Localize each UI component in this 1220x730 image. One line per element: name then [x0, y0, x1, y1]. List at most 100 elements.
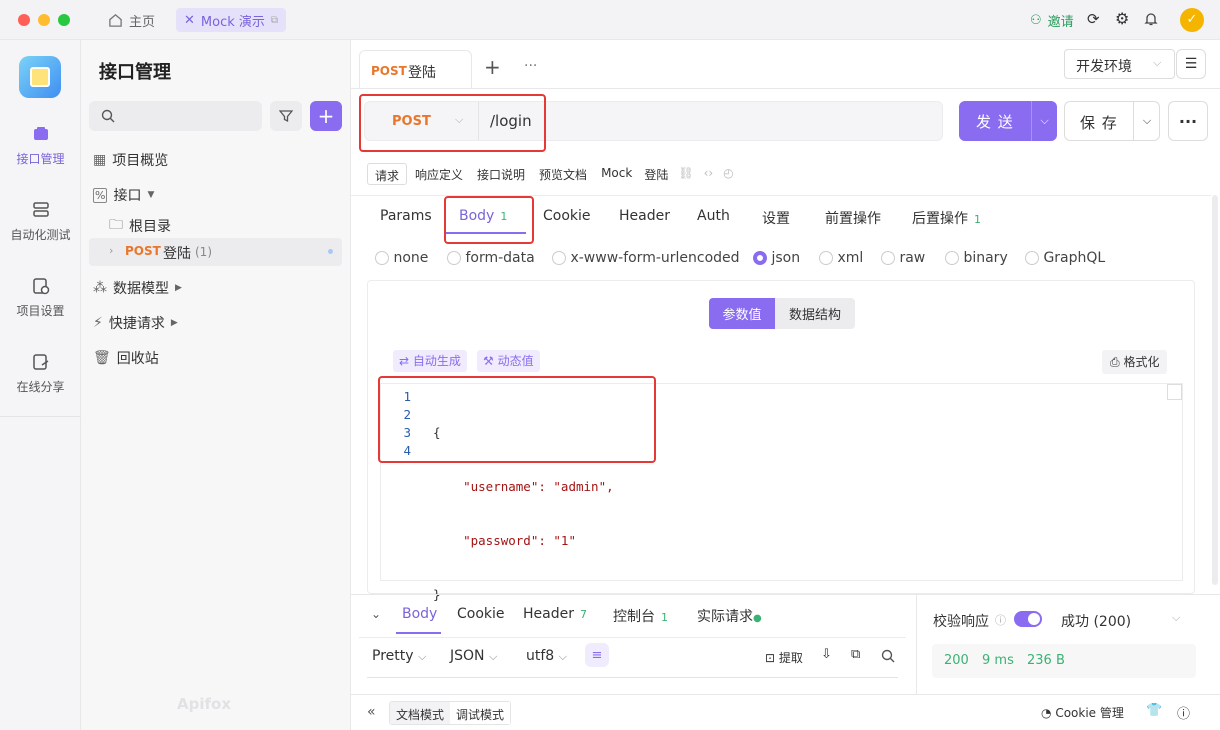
doc-tab-mock[interactable]: Mock	[595, 163, 638, 185]
collapse-icon[interactable]: ⌄	[371, 607, 381, 621]
download-icon[interactable]: ⇩	[821, 647, 832, 662]
dynamic-value-button[interactable]: ⚒ 动态值	[477, 350, 540, 372]
chevron-right-icon: ›	[109, 244, 114, 257]
radio-none[interactable]: none	[375, 250, 428, 266]
doc-tab-request[interactable]: 请求	[367, 163, 408, 185]
tab-cookie[interactable]: Cookie	[543, 208, 591, 224]
sidebar-item-root[interactable]: 🗀 根目录	[109, 214, 171, 238]
nav-online-share[interactable]: 在线分享	[0, 352, 81, 395]
sync-icon[interactable]: ⟳	[1087, 10, 1100, 28]
gear-icon[interactable]: ⚙	[1115, 9, 1129, 28]
minimize-window-button[interactable]	[38, 14, 50, 26]
cookie-manager-button[interactable]: ◔ Cookie 管理	[1041, 704, 1124, 721]
collapse-sidebar-icon[interactable]: «	[367, 704, 376, 720]
link-icon[interactable]: ⛓	[674, 163, 697, 185]
save-dropdown-icon[interactable]: ⌵	[1133, 102, 1160, 140]
add-tab-button[interactable]: +	[484, 55, 501, 79]
radio-json[interactable]: json	[753, 250, 800, 266]
invite-button[interactable]: ⚇ 邀请	[1030, 11, 1074, 30]
radio-graphql[interactable]: GraphQL	[1025, 250, 1105, 266]
response-size: 236 B	[1027, 653, 1065, 668]
response-tab-actual[interactable]: 实际请求●	[697, 606, 762, 626]
maximize-window-button[interactable]	[58, 14, 70, 26]
search-icon[interactable]	[881, 649, 895, 663]
send-dropdown-icon[interactable]: ⌵	[1031, 101, 1057, 141]
sidebar-item-label: 回收站	[116, 351, 159, 367]
main-panel: POST 登陆 + ··· 开发环境 ⌵ ☰ POST ⌵ /login 发 送…	[351, 40, 1220, 730]
env-select[interactable]: 开发环境 ⌵	[1064, 49, 1175, 79]
tab-header[interactable]: Header	[619, 208, 670, 224]
response-tab-header[interactable]: Header 7	[523, 606, 587, 622]
radio-raw[interactable]: raw	[881, 250, 925, 266]
tab-auth[interactable]: Auth	[697, 208, 730, 224]
history-icon[interactable]: ◴	[719, 163, 737, 185]
json-select[interactable]: JSON ⌵	[450, 648, 497, 664]
validate-toggle[interactable]	[1014, 611, 1042, 627]
more-options-button[interactable]: ···	[1168, 101, 1208, 141]
sidebar-item-quick[interactable]: ⚡ 快捷请求 ▶	[93, 313, 178, 333]
cubes-icon: ⁂	[93, 280, 107, 296]
search-input[interactable]	[89, 101, 262, 131]
editor-scrollbar[interactable]	[1167, 384, 1182, 400]
tab-settings[interactable]: 设置	[762, 208, 790, 228]
sidebar-item-interfaces[interactable]: % 接口 ▼	[93, 185, 154, 205]
copy-icon: ⧉	[270, 14, 279, 26]
toggle-schema[interactable]: 数据结构	[775, 298, 855, 329]
format-button[interactable]: ⎙ 格式化	[1102, 350, 1168, 374]
nav-api-management[interactable]: 接口管理	[0, 124, 81, 167]
encoding-select[interactable]: utf8 ⌵	[526, 648, 567, 664]
api-icon	[33, 127, 48, 140]
help-icon[interactable]: ⓘ	[995, 612, 1006, 628]
doc-tab-preview[interactable]: 预览文档	[533, 163, 593, 185]
send-button[interactable]: 发 送 ⌵	[959, 101, 1057, 141]
body-editor-panel: 参数值 数据结构 ⇄ 自动生成 ⚒ 动态值 ⎙ 格式化 1234 { "user…	[367, 280, 1195, 602]
nav-automation[interactable]: 自动化测试	[0, 200, 81, 243]
radio-urlencoded[interactable]: x-www-form-urlencoded	[552, 250, 740, 266]
add-button[interactable]: +	[310, 101, 342, 131]
home-tab[interactable]: 主页	[108, 11, 155, 30]
close-window-button[interactable]	[18, 14, 30, 26]
doc-mode-button[interactable]: 文档模式	[390, 702, 451, 724]
more-tabs-button[interactable]: ···	[524, 58, 537, 74]
response-tab-console[interactable]: 控制台 1	[613, 606, 668, 626]
sidebar-item-trash[interactable]: 🗑 回收站	[93, 348, 159, 368]
sidebar-item-models[interactable]: ⁂ 数据模型 ▶	[93, 278, 182, 298]
nav-project-settings[interactable]: 项目设置	[0, 276, 81, 319]
sidebar-item-login[interactable]: › POST 登陆 (1)	[89, 238, 342, 266]
chevron-down-icon[interactable]: ⌵	[1172, 611, 1180, 625]
validate-status[interactable]: 成功 (200)	[1061, 611, 1131, 631]
filter-button[interactable]	[270, 101, 302, 131]
help-circle-icon[interactable]: ⓘ	[1177, 703, 1190, 722]
main-scrollbar[interactable]	[1212, 195, 1218, 585]
sidebar-item-overview[interactable]: ▦ 项目概览	[93, 150, 168, 170]
doc-tab-description[interactable]: 接口说明	[471, 163, 531, 185]
copy-icon[interactable]: ⧉	[851, 647, 860, 662]
tab-params[interactable]: Params	[380, 208, 432, 224]
radio-xml[interactable]: xml	[819, 250, 863, 266]
toggle-values[interactable]: 参数值	[709, 298, 775, 329]
bell-icon[interactable]	[1143, 11, 1159, 27]
caret-down-icon: ▼	[147, 190, 155, 200]
save-button[interactable]: 保 存 ⌵	[1064, 101, 1160, 141]
response-tab-body[interactable]: Body	[402, 606, 437, 622]
doc-tab-response[interactable]: 响应定义	[409, 163, 469, 185]
wrap-lines-button[interactable]: ≡	[585, 643, 609, 667]
pretty-select[interactable]: Pretty ⌵	[372, 648, 426, 664]
auto-generate-button[interactable]: ⇄ 自动生成	[393, 350, 467, 372]
share-icon	[32, 354, 48, 370]
tab-post-ops[interactable]: 后置操作 1	[912, 208, 981, 228]
debug-mode-button[interactable]: 调试模式	[450, 702, 511, 724]
wand-icon: ⚒	[483, 354, 494, 368]
radio-form-data[interactable]: form-data	[447, 250, 535, 266]
extract-button[interactable]: ⊡ 提取	[765, 649, 803, 666]
project-tab[interactable]: ✕ Mock 演示 ⧉	[176, 8, 287, 32]
avatar[interactable]: ✓	[1180, 8, 1204, 32]
shirt-icon[interactable]: 👕	[1146, 703, 1162, 718]
response-tab-cookie[interactable]: Cookie	[457, 606, 505, 622]
tab-pre-ops[interactable]: 前置操作	[825, 208, 881, 228]
close-tab-icon[interactable]: ✕	[184, 13, 195, 28]
radio-binary[interactable]: binary	[945, 250, 1008, 266]
code-icon[interactable]: ‹›	[700, 163, 718, 185]
tab-login[interactable]: POST 登陆	[359, 50, 472, 88]
menu-button[interactable]: ☰	[1176, 49, 1206, 79]
